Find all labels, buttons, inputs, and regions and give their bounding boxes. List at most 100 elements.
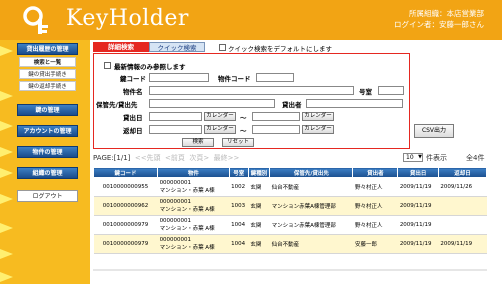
reset-button[interactable]: リセット — [222, 138, 254, 147]
prev-page-link[interactable]: <前頁 — [165, 154, 185, 162]
return-date-tilde: ～ — [240, 127, 247, 135]
col-key-code[interactable]: 鍵コード — [92, 167, 159, 178]
cell-room: 1004 — [229, 215, 249, 235]
header-bar: KeyHolder 所属組織：本店営業部 ログイン者：安藤一郎さん — [0, 0, 502, 40]
sidebar-arrow-icon — [0, 168, 13, 178]
pager: PAGE:[1/1] <<先頭 <前頁 次頁> 最終>> — [93, 153, 239, 163]
borrower-label: 貸出者 — [282, 101, 302, 109]
latest-only-label: 最新情報のみ参照します — [114, 63, 186, 71]
cell-borrower: 野々村正人 — [352, 196, 398, 216]
default-quick-checkbox[interactable] — [219, 44, 226, 51]
first-page-link[interactable]: <<先頭 — [135, 154, 161, 162]
col-borrower[interactable]: 貸出者 — [352, 167, 399, 178]
cell-property: 000000001 マンション・赤葉 A棟 — [157, 215, 230, 235]
logout-button[interactable]: ログアウト — [17, 190, 78, 202]
cell-property-name: マンション・赤葉 A棟 — [159, 245, 215, 251]
cell-lent-date: 2009/11/19 — [397, 196, 439, 216]
cell-key-code: 0010000000955 — [93, 177, 158, 197]
room-label: 号室 — [359, 88, 372, 96]
table-header-row: 鍵コード 物件 号室 鍵種別 保管先/貸出先 貸出者 貸出日 返却日 — [92, 167, 488, 178]
cell-room: 1004 — [229, 234, 249, 254]
per-page-label: 件表示 — [426, 154, 447, 162]
borrower-input[interactable] — [306, 99, 403, 108]
cell-key-type: 玄関 — [248, 196, 270, 216]
cell-return-date: 2009/11/19 — [438, 234, 487, 254]
return-from-calendar-button[interactable]: カレンダー — [204, 125, 236, 134]
cell-property: 000000001 マンション・赤葉 A棟 — [157, 234, 230, 254]
lent-date-from-input[interactable] — [149, 112, 202, 121]
search-panel: 最新情報のみ参照します 鍵コード 物件コード 物件名 号室 保管先/貸出先 貸出… — [93, 53, 410, 149]
sidebar-head-lending[interactable]: 貸出履歴の管理 — [17, 43, 78, 55]
sidebar-head-property[interactable]: 物件の管理 — [17, 146, 78, 158]
return-to-calendar-button[interactable]: カレンダー — [302, 125, 334, 134]
col-return-date[interactable]: 返却日 — [437, 167, 488, 178]
sidebar-head-account[interactable]: アカウントの管理 — [17, 125, 78, 137]
col-property[interactable]: 物件 — [157, 167, 230, 178]
default-quick-label: クイック検索をデフォルトにします — [228, 45, 332, 53]
tab-quick-search[interactable]: クイック検索 — [149, 42, 205, 52]
room-input[interactable] — [378, 86, 404, 95]
lender-label: 保管先/貸出先 — [96, 101, 138, 109]
sidebar-head-key[interactable]: 鍵の管理 — [17, 104, 78, 116]
last-page-link[interactable]: 最終>> — [214, 154, 240, 162]
user-info: 所属組織：本店営業部 ログイン者：安藤一郎さん — [394, 8, 484, 30]
sidebar-arrow-icon — [0, 91, 13, 101]
cell-property: 000000001 マンション・赤葉 A棟 — [157, 177, 230, 197]
col-lent-date[interactable]: 貸出日 — [397, 167, 439, 178]
lent-to-calendar-button[interactable]: カレンダー — [302, 112, 334, 121]
col-key-type[interactable]: 鍵種別 — [247, 167, 271, 178]
per-page-select[interactable]: 10 ▼ — [403, 153, 423, 162]
cell-key-type: 玄関 — [248, 177, 270, 197]
cell-key-code: 0010000000962 — [93, 196, 158, 216]
sidebar-arrow-icon — [0, 249, 13, 259]
cell-return-date — [438, 215, 487, 235]
search-button[interactable]: 検索 — [182, 138, 214, 147]
table-row[interactable]: 0010000000979 000000001 マンション・赤葉 A棟 1004 … — [93, 234, 487, 254]
col-lender[interactable]: 保管先/貸出先 — [269, 167, 354, 178]
page-indicator: PAGE:[1/1] — [93, 154, 131, 162]
cell-lent-date: 2009/11/19 — [397, 234, 439, 254]
lent-date-to-input[interactable] — [252, 112, 300, 121]
tab-detail-search[interactable]: 詳細検索 — [93, 42, 149, 52]
lent-from-calendar-button[interactable]: カレンダー — [204, 112, 236, 121]
csv-export-button[interactable]: CSV出力 — [414, 124, 454, 138]
cell-lent-date: 2009/11/19 — [397, 177, 439, 197]
cell-key-code: 0010000000979 — [93, 234, 158, 254]
total-count: 全4件 — [466, 154, 485, 162]
lender-input[interactable] — [149, 99, 275, 108]
sidebar-arrow-icon — [0, 194, 13, 204]
cell-key-code: 0010000000979 — [93, 215, 158, 235]
return-date-label: 返却日 — [123, 127, 143, 135]
return-date-to-input[interactable] — [252, 125, 300, 134]
property-code-input[interactable] — [256, 73, 294, 82]
sidebar-item-search-list[interactable]: 検索と一覧 — [19, 57, 76, 67]
cell-borrower: 野々村正人 — [352, 215, 398, 235]
brand-title: KeyHolder — [66, 6, 189, 31]
table-row[interactable]: 0010000000979 000000001 マンション・赤葉 A棟 1004 … — [93, 215, 487, 235]
table-row[interactable]: 0010000000955 000000001 マンション・赤葉 A棟 1002 … — [93, 177, 487, 197]
sidebar-item-return[interactable]: 鍵の返却手続き — [19, 81, 76, 91]
latest-only-checkbox[interactable] — [104, 62, 111, 69]
cell-borrower: 野々村正人 — [352, 177, 398, 197]
cell-room: 1002 — [229, 177, 249, 197]
cell-property-name: マンション・赤葉 A棟 — [159, 188, 215, 194]
property-code-label: 物件コード — [218, 75, 251, 83]
key-logo-icon — [23, 6, 48, 34]
table-row[interactable]: 0010000000962 000000001 マンション・赤葉 A棟 1003 … — [93, 196, 487, 216]
next-page-link[interactable]: 次頁> — [189, 154, 209, 162]
sidebar-arrow-icon — [0, 147, 13, 157]
return-date-from-input[interactable] — [149, 125, 202, 134]
table-footer-divider — [93, 269, 487, 271]
sidebar-arrow-icon — [0, 46, 13, 56]
lent-date-tilde: ～ — [240, 114, 247, 122]
property-name-input[interactable] — [149, 86, 354, 95]
user-org: 所属組織：本店営業部 — [409, 9, 484, 18]
key-code-input[interactable] — [149, 73, 209, 82]
per-page-value: 10 — [406, 154, 414, 161]
sidebar-item-lend[interactable]: 鍵の貸出手続き — [19, 69, 76, 79]
cell-property-name: マンション・赤葉 A棟 — [159, 207, 215, 213]
sidebar-head-org[interactable]: 組織の管理 — [17, 167, 78, 179]
cell-property: 000000001 マンション・赤葉 A棟 — [157, 196, 230, 216]
col-room[interactable]: 号室 — [228, 167, 249, 178]
cell-lent-date: 2009/11/19 — [397, 215, 439, 235]
